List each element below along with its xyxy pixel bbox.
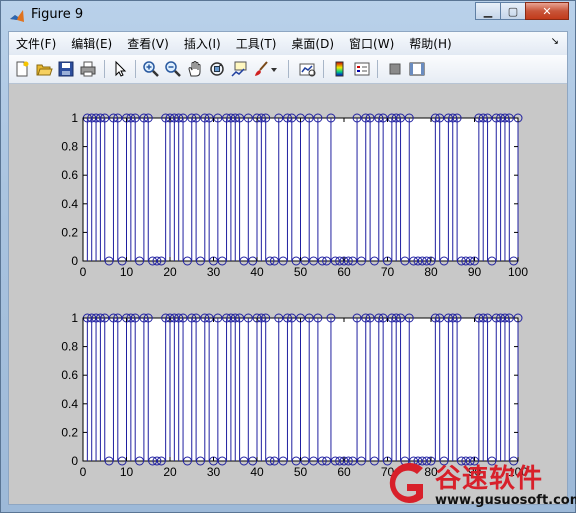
menu-bar: 文件(F) 编辑(E) 查看(V) 插入(I) 工具(T) 桌面(D) 窗口(W… [9,32,567,55]
y-tick-label: 0.4 [61,397,78,411]
y-tick-label: 0 [71,454,78,468]
y-tick-label: 1 [71,311,78,325]
menu-edit[interactable]: 编辑(E) [64,35,120,52]
figure-toolbar [9,55,567,84]
x-tick-label: 20 [163,265,177,279]
stem-plot-axes-1: 0 10 20 30 40 50 60 70 80 90 100 0 0.2 0.4 0.6 0.8 1 [61,111,528,279]
matlab-app-icon [10,10,24,22]
figure-window: Figure 9 ▁ ▢ ✕ 文件(F) 编辑(E) 查看(V) 插入(I) 工… [0,0,576,513]
x-tick-label: 60 [337,265,351,279]
maximize-button[interactable]: ▢ [500,2,526,20]
y-tick-label: 0.2 [61,225,78,239]
new-figure-icon[interactable] [12,59,32,79]
pan-hand-icon[interactable] [185,59,205,79]
watermark-url: www.gusuosoft.com [435,493,576,508]
y-tick-label: 0 [71,254,78,268]
menu-insert[interactable]: 插入(I) [177,35,229,52]
x-tick-label: 0 [80,465,87,479]
print-icon[interactable] [78,59,98,79]
x-tick-label: 30 [207,265,221,279]
y-tick-label: 0.8 [61,340,78,354]
watermark-logo-icon [389,463,423,503]
x-tick-label: 0 [80,265,87,279]
toolbar-separator [377,60,378,78]
x-tick-label: 50 [294,265,308,279]
y-tick-label: 0.2 [61,425,78,439]
colorbar-icon[interactable] [330,59,350,79]
x-tick-label: 10 [120,265,134,279]
open-file-icon[interactable] [34,59,54,79]
zoom-in-icon[interactable] [141,59,161,79]
link-plot-icon[interactable] [297,59,317,79]
client-area: 文件(F) 编辑(E) 查看(V) 插入(I) 工具(T) 桌面(D) 窗口(W… [8,31,568,505]
save-icon[interactable] [56,59,76,79]
x-tick-label: 90 [468,265,482,279]
minimize-button[interactable]: ▁ [475,2,501,20]
data-cursor-icon[interactable] [229,59,249,79]
menu-help[interactable]: 帮助(H) [402,35,459,52]
y-tick-label: 1 [71,111,78,125]
toolbar-separator [104,60,105,78]
x-tick-label: 30 [207,465,221,479]
window-title: Figure 9 [31,7,84,22]
figure-plots: 0 10 20 30 40 50 60 70 80 90 10000.20.40.60.810 10 2… [61,111,528,479]
brush-dropdown-icon[interactable] [269,59,279,79]
menu-view[interactable]: 查看(V) [120,35,177,52]
legend-icon[interactable] [352,59,372,79]
menu-desktop[interactable]: 桌面(D) [284,35,342,52]
x-tick-label: 20 [163,465,177,479]
rotate-3d-icon[interactable] [207,59,227,79]
close-button[interactable]: ✕ [525,2,569,20]
toolbar-separator [288,60,289,78]
x-tick-label: 100 [508,265,528,279]
x-tick-label: 10 [120,465,134,479]
brush-icon[interactable] [251,59,271,79]
toolbar-separator [135,60,136,78]
zoom-out-icon[interactable] [163,59,183,79]
x-tick-label: 80 [424,265,438,279]
watermark: 谷速软件 www.gusuosoft.com [375,454,576,512]
y-tick-label: 0.8 [61,140,78,154]
x-tick-label: 60 [337,465,351,479]
x-tick-label: 70 [381,265,395,279]
menu-file[interactable]: 文件(F) [9,35,64,52]
y-tick-label: 0.4 [61,197,78,211]
title-bar[interactable]: Figure 9 ▁ ▢ ✕ [1,1,575,31]
watermark-name: 谷速软件 [435,464,544,494]
y-tick-label: 0.6 [61,168,78,182]
x-tick-label: 40 [250,265,264,279]
hide-plot-tools-icon[interactable] [385,59,405,79]
toolbar-separator [323,60,324,78]
menu-overflow-icon[interactable]: ↘ [551,36,559,47]
menu-tools[interactable]: 工具(T) [229,35,285,52]
y-tick-label: 0.6 [61,368,78,382]
figure-canvas[interactable]: 0 10 20 30 40 50 60 70 80 90 100 0 0.2 0.4 0.6 0.8 1 0 10 2… [9,84,567,504]
x-tick-label: 50 [294,465,308,479]
x-tick-label: 40 [250,465,264,479]
menu-window[interactable]: 窗口(W) [342,35,402,52]
show-plot-tools-icon[interactable] [407,59,427,79]
select-arrow-icon[interactable] [110,59,130,79]
